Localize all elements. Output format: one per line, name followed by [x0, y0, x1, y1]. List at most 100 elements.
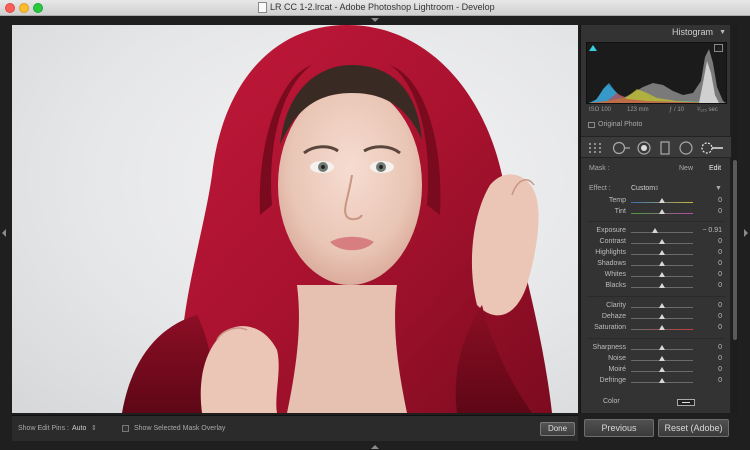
slider-value[interactable]: 0 — [718, 249, 722, 256]
mask-overlay-checkbox[interactable] — [122, 425, 129, 432]
mask-label: Mask : — [589, 165, 610, 172]
exposure-slider-thumb[interactable] — [651, 228, 658, 233]
effect-row: Effect : Custom ⇕ ▼ — [581, 183, 731, 195]
left-panel-toggle-icon[interactable] — [2, 229, 6, 237]
defringe-slider-thumb[interactable] — [659, 378, 665, 383]
close-window-button[interactable] — [5, 3, 15, 13]
slider-value[interactable]: 0 — [718, 302, 722, 309]
previous-button[interactable]: Previous — [584, 419, 654, 437]
histogram-graph[interactable] — [586, 42, 727, 104]
effect-preset-select[interactable]: Custom — [631, 185, 655, 192]
exif-focal-length: 123 mm — [627, 107, 649, 113]
slider-label: Saturation — [594, 324, 626, 331]
slider-value[interactable]: 0 — [718, 260, 722, 267]
slider-value[interactable]: 0 — [718, 324, 722, 331]
highlights-slider-thumb[interactable] — [659, 250, 665, 255]
slider-value[interactable]: 0 — [718, 377, 722, 384]
slider-row-exposure: Exposure − 0.91 — [581, 227, 731, 237]
slider-value[interactable]: 0 — [718, 208, 722, 215]
slider-row-tint: Tint 0 — [581, 208, 731, 218]
slider-label: Defringe — [599, 377, 626, 384]
slider-label: Blacks — [605, 282, 626, 289]
slider-row-highlights: Highlights 0 — [581, 249, 731, 259]
slider-value[interactable]: − 0.91 — [702, 227, 722, 234]
lightroom-window: LR CC 1-2.lrcat - Adobe Photoshop Lightr… — [0, 0, 750, 450]
develop-right-panel: Histogram ▼ ISO 100 123 mm ƒ / 10 ¹⁄₁₂₅ … — [580, 25, 731, 413]
slider-row-whites: Whites 0 — [581, 271, 731, 281]
adjustment-brush-icon[interactable] — [701, 141, 725, 155]
slider-label: Moiré — [608, 366, 626, 373]
exif-shutter: ¹⁄₁₂₅ sec — [697, 107, 718, 113]
slider-row-contrast: Contrast 0 — [581, 238, 731, 248]
slider-label: Exposure — [596, 227, 626, 234]
done-button[interactable]: Done — [540, 422, 575, 436]
updown-chevron-icon[interactable]: ⇕ — [654, 185, 659, 192]
effect-collapse-icon[interactable]: ▼ — [715, 185, 722, 192]
bottom-panel-toggle-icon[interactable] — [371, 445, 379, 449]
noise-slider-thumb[interactable] — [659, 356, 665, 361]
mask-row: Mask : New Edit — [581, 163, 731, 176]
radial-filter-icon[interactable] — [678, 141, 694, 155]
histogram-title: Histogram — [671, 27, 713, 37]
slider-value[interactable]: 0 — [718, 197, 722, 204]
shadow-clipping-indicator[interactable] — [589, 45, 597, 51]
panel-scrollbar-thumb[interactable] — [733, 160, 737, 340]
histogram-header[interactable]: Histogram ▼ — [581, 25, 731, 39]
moir-slider-thumb[interactable] — [659, 367, 665, 372]
saturation-slider-thumb[interactable] — [659, 325, 665, 330]
slider-value[interactable]: 0 — [718, 355, 722, 362]
zoom-window-button[interactable] — [33, 3, 43, 13]
slider-label: Noise — [608, 355, 626, 362]
editor-toolbar: Show Edit Pins : Auto ⇕ Show Selected Ma… — [12, 415, 578, 441]
edit-pins-select[interactable]: Auto — [72, 425, 86, 432]
slider-group-divider — [587, 296, 725, 297]
slider-label: Shadows — [597, 260, 626, 267]
slider-row-saturation: Saturation 0 — [581, 324, 731, 334]
reset-button[interactable]: Reset (Adobe) — [658, 419, 729, 437]
contrast-slider-thumb[interactable] — [659, 239, 665, 244]
photo-canvas[interactable] — [12, 25, 578, 413]
slider-value[interactable]: 0 — [718, 344, 722, 351]
collapse-triangle-icon[interactable]: ▼ — [719, 29, 726, 36]
slider-row-sharpness: Sharpness 0 — [581, 344, 731, 354]
tint-slider-thumb[interactable] — [659, 209, 665, 214]
slider-label: Dehaze — [601, 313, 626, 320]
exif-iso: ISO 100 — [589, 107, 612, 113]
slider-row-temp: Temp 0 — [581, 197, 731, 207]
slider-label: Tint — [614, 208, 626, 215]
clarity-slider-thumb[interactable] — [659, 303, 665, 308]
exposure-slider-track[interactable] — [631, 232, 693, 233]
exif-aperture: ƒ / 10 — [669, 107, 685, 113]
highlight-clipping-indicator[interactable] — [714, 44, 723, 52]
temp-slider-thumb[interactable] — [659, 198, 665, 203]
slider-value[interactable]: 0 — [718, 271, 722, 278]
slider-value[interactable]: 0 — [718, 366, 722, 373]
crop-overlay-icon[interactable] — [587, 141, 603, 155]
window-title: LR CC 1-2.lrcat - Adobe Photoshop Lightr… — [270, 2, 495, 12]
slider-row-clarity: Clarity 0 — [581, 302, 731, 312]
slider-label: Clarity — [606, 302, 626, 309]
shadows-slider-thumb[interactable] — [659, 261, 665, 266]
slider-value[interactable]: 0 — [718, 313, 722, 320]
right-panel-toggle-icon[interactable] — [744, 229, 748, 237]
slider-group-divider — [587, 338, 725, 339]
mask-edit-button[interactable]: Edit — [709, 165, 721, 172]
blacks-slider-thumb[interactable] — [659, 283, 665, 288]
graduated-filter-icon[interactable] — [659, 141, 671, 155]
portrait-photo — [122, 25, 552, 413]
dehaze-slider-thumb[interactable] — [659, 314, 665, 319]
slider-value[interactable]: 0 — [718, 282, 722, 289]
mask-new-button[interactable]: New — [679, 165, 693, 172]
slider-value[interactable]: 0 — [718, 238, 722, 245]
sharpness-slider-thumb[interactable] — [659, 345, 665, 350]
top-panel-toggle-icon[interactable] — [371, 18, 379, 22]
edit-pins-label: Show Edit Pins : — [18, 425, 69, 432]
spot-removal-icon[interactable] — [611, 141, 631, 155]
red-eye-icon[interactable] — [636, 141, 652, 155]
updown-chevron-icon[interactable]: ⇕ — [91, 424, 97, 432]
slider-row-shadows: Shadows 0 — [581, 260, 731, 270]
color-swatch[interactable] — [677, 399, 695, 406]
whites-slider-thumb[interactable] — [659, 272, 665, 277]
slider-row-dehaze: Dehaze 0 — [581, 313, 731, 323]
minimize-window-button[interactable] — [19, 3, 29, 13]
